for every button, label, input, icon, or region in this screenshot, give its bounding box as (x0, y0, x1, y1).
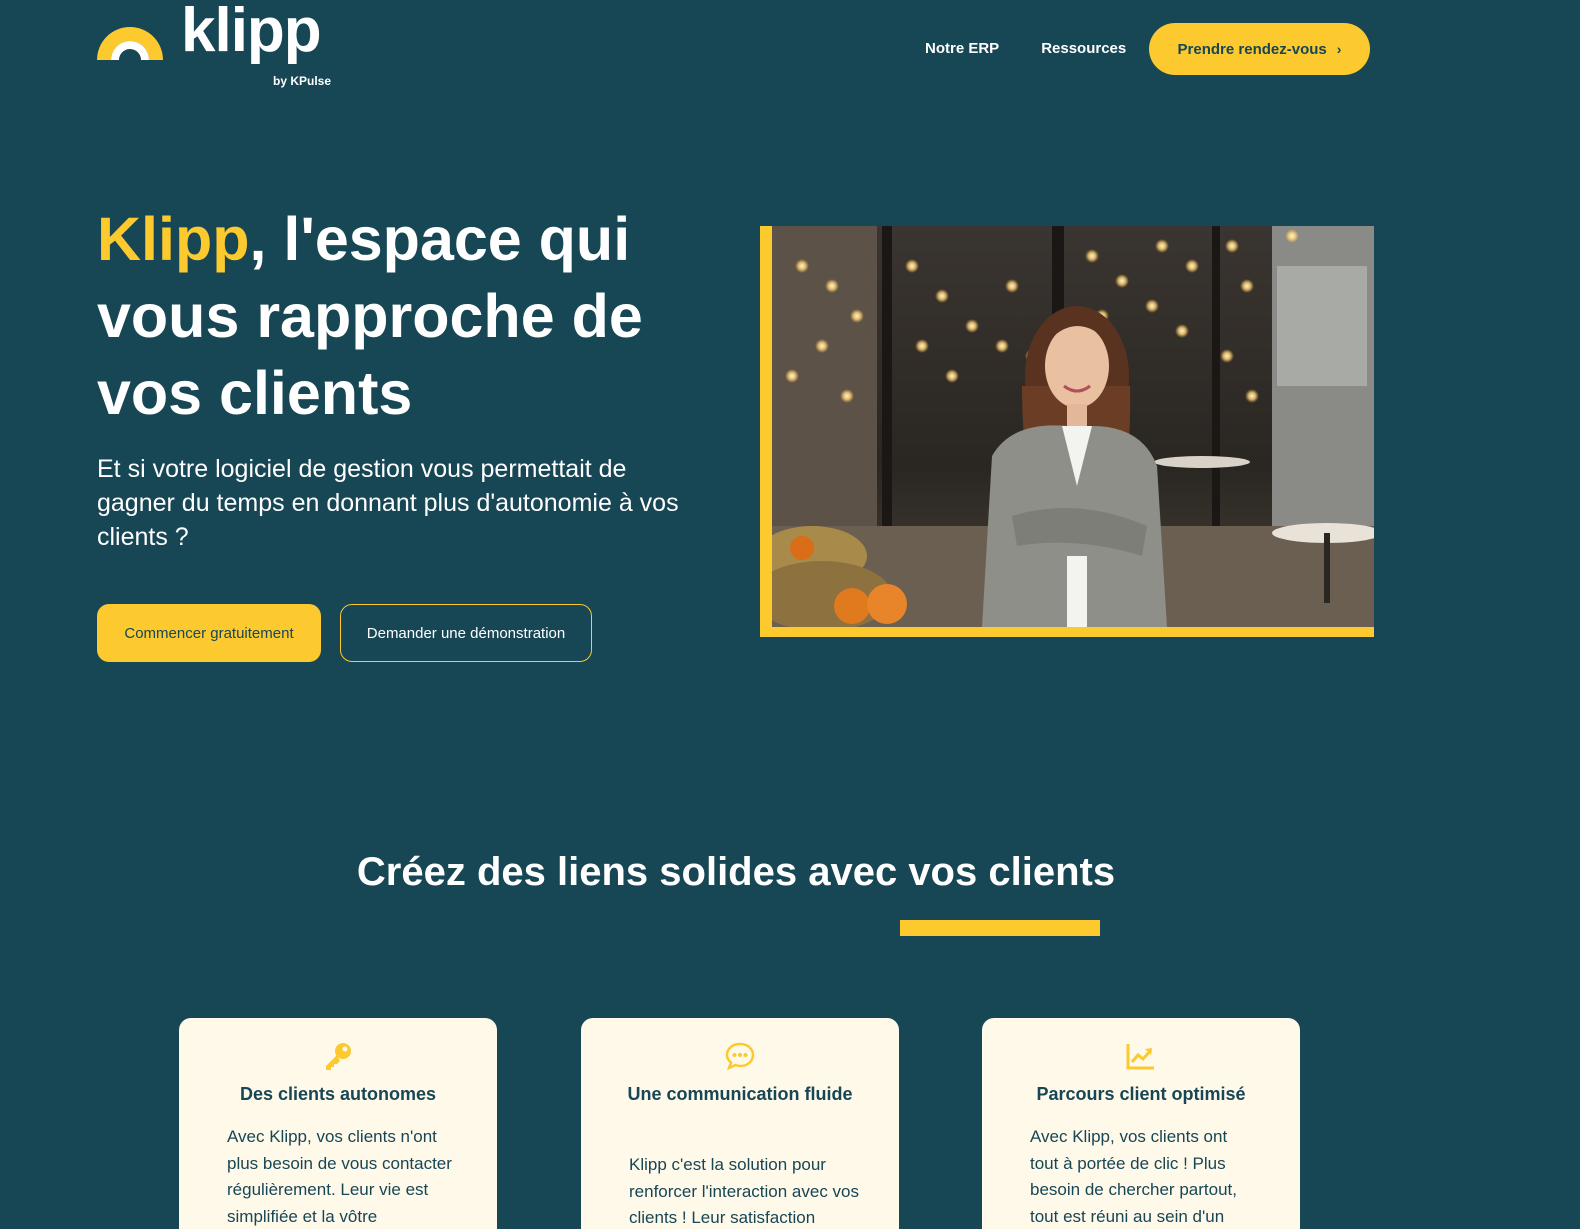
feature-card-title: Des clients autonomes (239, 1084, 437, 1104)
rainbow-logo-icon (97, 27, 163, 60)
prendre-rendez-vous-button[interactable]: Prendre rendez-vous › (1149, 23, 1370, 75)
key-icon (326, 1043, 351, 1070)
logo-subtitle: by KPulse (273, 74, 332, 88)
feature-card-parcours: Parcours client optimisé Avec Klipp, vos… (982, 1018, 1300, 1229)
commencer-gratuitement-button[interactable]: Commencer gratuitement (97, 604, 321, 662)
logo-wordmark: klipp (181, 0, 322, 65)
logo[interactable]: klipp by KPulse (97, 0, 337, 92)
section-title: Créez des liens solides avec vos clients (356, 850, 1116, 894)
section-title-underline (900, 920, 1100, 936)
feature-card-title: Une communication fluide (627, 1084, 853, 1104)
chat-bubble-icon (725, 1042, 755, 1071)
feature-card-title: Parcours client optimisé (1036, 1084, 1246, 1104)
site-header: klipp by KPulse Notre ERP Ressources Pre… (0, 0, 1580, 100)
feature-card-text: Klipp c'est la solution pour renforcer l… (629, 1155, 860, 1227)
hero-subtitle: Et si votre logiciel de gestion vous per… (97, 455, 679, 551)
feature-card-autonomes: Des clients autonomes Avec Klipp, vos cl… (179, 1018, 497, 1229)
nav-link-notre-erp[interactable]: Notre ERP (925, 40, 999, 57)
feature-card-text: Avec Klipp, vos clients n'ont plus besoi… (227, 1127, 452, 1226)
hero-title: Klipp, l'espace qui vous rapproche de vo… (97, 201, 717, 432)
chevron-right-icon: › (1336, 41, 1342, 57)
demander-demonstration-button[interactable]: Demander une démonstration (340, 604, 592, 662)
prendre-rendez-vous-label: Prendre rendez-vous (1177, 40, 1327, 58)
hero-title-accent: Klipp (97, 205, 250, 273)
feature-card-text: Avec Klipp, vos clients ont tout à porté… (1030, 1127, 1237, 1226)
chart-line-icon (1126, 1044, 1154, 1070)
hero-photo (772, 226, 1374, 627)
hero-photo-frame (760, 226, 1374, 637)
main-nav: Notre ERP Ressources (925, 22, 1168, 74)
feature-card-communication: Une communication fluide Klipp c'est la … (581, 1018, 899, 1229)
nav-link-ressources[interactable]: Ressources (1041, 40, 1126, 57)
hero-photo-illustration (772, 226, 1374, 627)
